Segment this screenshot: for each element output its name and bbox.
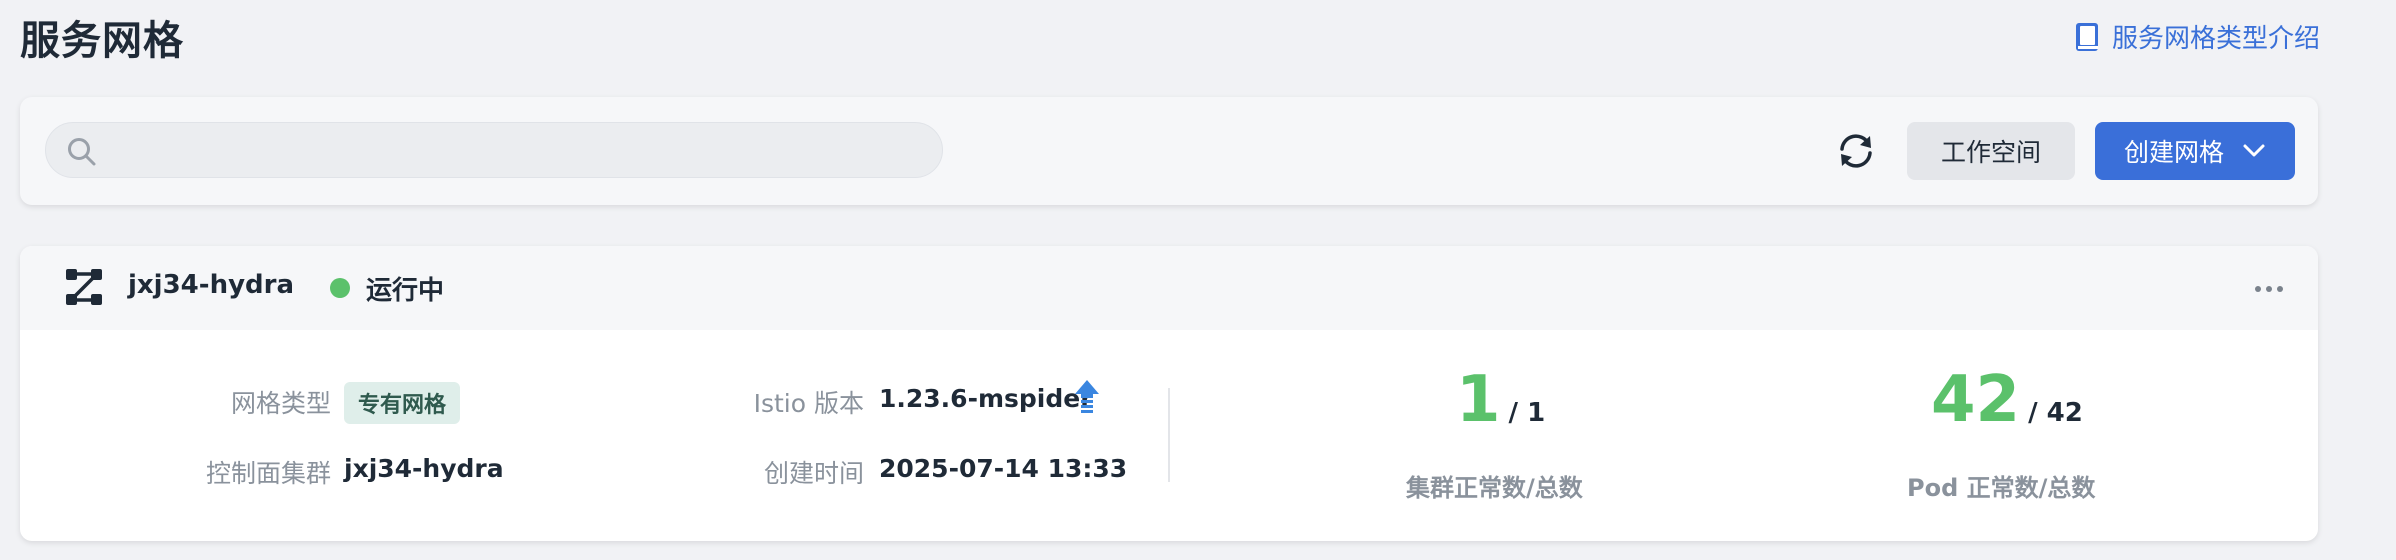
istio-version-label: Istio 版本 [753, 389, 864, 418]
create-mesh-button[interactable]: 创建网格 [2095, 122, 2295, 180]
page-title: 服务网格 [20, 18, 184, 64]
pod-stat: 42 / 42 [1931, 368, 2083, 432]
toolbar: 工作空间 创建网格 [20, 97, 2318, 205]
mesh-card: jxj34-hydra 运行中 网格类型 专有网格 控制面集群 jxj34-hy… [20, 246, 2318, 541]
upgrade-icon[interactable] [1074, 379, 1100, 413]
refresh-icon[interactable] [1833, 128, 1879, 174]
pod-normal-count: 42 [1931, 363, 2021, 437]
mesh-icon [66, 269, 102, 305]
mesh-type-intro-link[interactable]: 服务网格类型介绍 [2074, 18, 2320, 55]
mesh-type-label: 网格类型 [230, 389, 331, 418]
control-cluster-value: jxj34-hydra [344, 454, 504, 483]
cluster-stat: 1 / 1 [1456, 368, 1545, 432]
search-box[interactable] [45, 122, 943, 179]
control-cluster-label: 控制面集群 [205, 459, 331, 488]
created-time-value: 2025-07-14 13:33 [879, 454, 1128, 483]
mesh-type-tag: 专有网格 [344, 382, 461, 424]
cluster-stat-label: 集群正常数/总数 [1406, 474, 1583, 502]
mesh-name[interactable]: jxj34-hydra [128, 270, 294, 300]
cluster-total-count: / 1 [1508, 398, 1546, 428]
status-text: 运行中 [366, 276, 445, 306]
mesh-type-intro-label: 服务网格类型介绍 [2111, 24, 2320, 54]
istio-version-value: 1.23.6-mspider [879, 384, 1093, 413]
more-icon[interactable] [2254, 284, 2284, 294]
divider [1168, 388, 1170, 482]
created-time-label: 创建时间 [763, 459, 864, 488]
search-icon [68, 138, 96, 166]
status-dot [330, 278, 350, 298]
mesh-card-header: jxj34-hydra 运行中 [20, 246, 2318, 330]
chevron-down-icon [2243, 144, 2265, 157]
create-mesh-label: 创建网格 [2123, 138, 2224, 167]
workspace-button[interactable]: 工作空间 [1907, 122, 2075, 180]
pod-stat-label: Pod 正常数/总数 [1907, 474, 2096, 502]
cluster-normal-count: 1 [1456, 363, 1501, 437]
pod-total-count: / 42 [2028, 398, 2083, 428]
book-icon [2075, 22, 2098, 51]
search-input[interactable] [108, 123, 932, 179]
